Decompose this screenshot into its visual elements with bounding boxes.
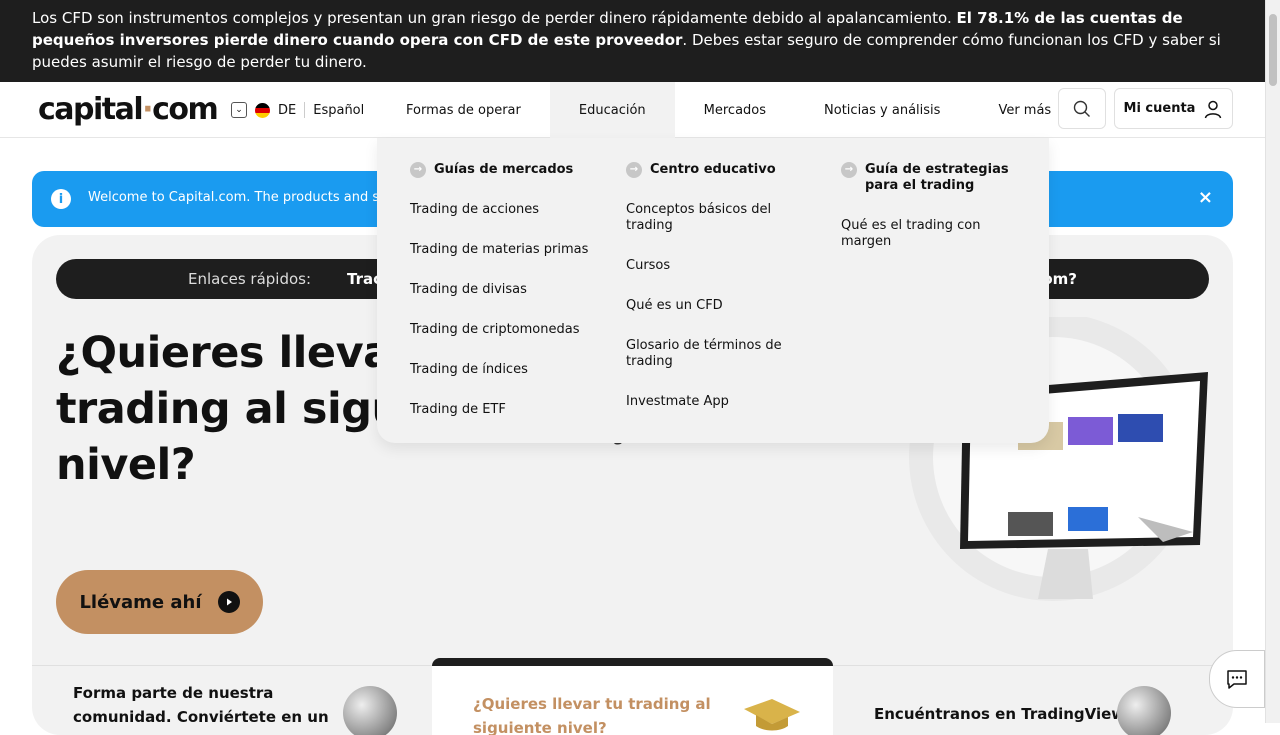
mega-heading[interactable]: → Centro educativo (626, 162, 801, 178)
mega-column-market-guides: → Guías de mercados Trading de acciones T… (410, 162, 600, 442)
search-button[interactable] (1058, 88, 1106, 129)
site-header: capital·com ⌄ DE Español Formas de opera… (0, 82, 1265, 138)
tradingview-coin-icon (1117, 686, 1171, 735)
chat-icon (1227, 670, 1247, 689)
capital-logo[interactable]: capital·com (38, 92, 219, 127)
info-icon: i (51, 189, 71, 209)
logo-word: capital (38, 92, 144, 127)
hero-title-line: nivel? (56, 440, 196, 490)
nav-formas-de-operar[interactable]: Formas de operar (377, 82, 550, 138)
chat-button[interactable] (1209, 650, 1265, 708)
mega-heading[interactable]: → Guías de mercados (410, 162, 600, 178)
cta-label: Llévame ahí (79, 591, 202, 613)
mega-link[interactable]: Glosario de términos de trading (626, 338, 801, 370)
logo-dot: · (142, 92, 153, 127)
play-icon (217, 591, 240, 613)
mega-link[interactable]: Qué es el trading con margen (841, 218, 1026, 250)
nav-mercados[interactable]: Mercados (675, 82, 795, 138)
mega-link[interactable]: Trading de ETF (410, 402, 600, 418)
mega-link[interactable]: Trading de acciones (410, 202, 600, 218)
mega-column-strategy-guide: → Guía de estrategias para el trading Qué… (841, 162, 1026, 274)
language-label[interactable]: Español (313, 103, 364, 118)
logo-tld: com (152, 92, 219, 127)
nav-educacion[interactable]: Educación (549, 82, 675, 138)
mega-link[interactable]: Investmate App (626, 394, 801, 410)
tradingview-card-text[interactable]: Encuéntranos en TradingView (874, 705, 1125, 723)
mega-heading[interactable]: → Guía de estrategias para el trading (841, 162, 1026, 194)
mega-link[interactable]: Trading de criptomonedas (410, 322, 600, 338)
arrow-right-icon: → (841, 162, 857, 178)
scrollbar-thumb[interactable] (1269, 14, 1277, 86)
mega-link[interactable]: Trading de índices (410, 362, 600, 378)
mega-link[interactable]: Conceptos básicos del trading (626, 202, 801, 234)
mega-heading-label: Centro educativo (650, 162, 776, 177)
community-card-text[interactable]: Forma parte de nuestra comunidad. Convié… (73, 681, 333, 729)
risk-warning-text: Los CFD son instrumentos complejos y pre… (32, 9, 957, 27)
chevron-down-icon[interactable]: ⌄ (231, 102, 247, 118)
mega-link[interactable]: Qué es un CFD (626, 298, 801, 314)
region-language-selector[interactable]: ⌄ DE Español (231, 101, 364, 119)
search-icon (1073, 100, 1090, 117)
alert-text: Welcome to Capital.com. The products and… (88, 190, 404, 205)
country-code: DE (278, 102, 297, 118)
quick-links-label: Enlaces rápidos: (188, 270, 312, 288)
account-label: Mi cuenta (1123, 101, 1196, 116)
cta-button[interactable]: Llévame ahí (56, 570, 263, 634)
divider (304, 102, 306, 118)
page-scrollbar[interactable] (1265, 0, 1280, 723)
arrow-right-icon: → (410, 162, 426, 178)
my-account-button[interactable]: Mi cuenta (1114, 88, 1233, 129)
mega-column-education-center: → Centro educativo Conceptos básicos del … (626, 162, 801, 434)
education-card[interactable]: ¿Quieres llevar tu trading al siguiente … (432, 658, 833, 735)
mega-link[interactable]: Cursos (626, 258, 801, 274)
germany-flag-icon (255, 102, 270, 118)
arrow-right-icon: → (626, 162, 642, 178)
mega-link[interactable]: Trading de divisas (410, 282, 600, 298)
nav-noticias[interactable]: Noticias y análisis (795, 82, 969, 138)
main-nav: Formas de operar Educación Mercados Noti… (377, 82, 1080, 138)
education-card-title: ¿Quieres llevar tu trading al siguiente … (473, 695, 711, 735)
upload-coin-icon (343, 686, 397, 735)
close-icon[interactable]: × (1198, 187, 1213, 208)
education-mega-menu: → Guías de mercados Trading de acciones T… (377, 138, 1049, 443)
user-icon (1205, 100, 1222, 118)
graduation-cap-icon (744, 699, 800, 731)
risk-warning-banner: Los CFD son instrumentos complejos y pre… (0, 0, 1265, 82)
feature-cards-row: Forma parte de nuestra comunidad. Convié… (32, 658, 1233, 735)
mega-link[interactable]: Trading de materias primas (410, 242, 600, 258)
mega-heading-label: Guías de mercados (434, 162, 574, 177)
mega-heading-label: Guía de estrategias para el trading (865, 162, 1009, 193)
